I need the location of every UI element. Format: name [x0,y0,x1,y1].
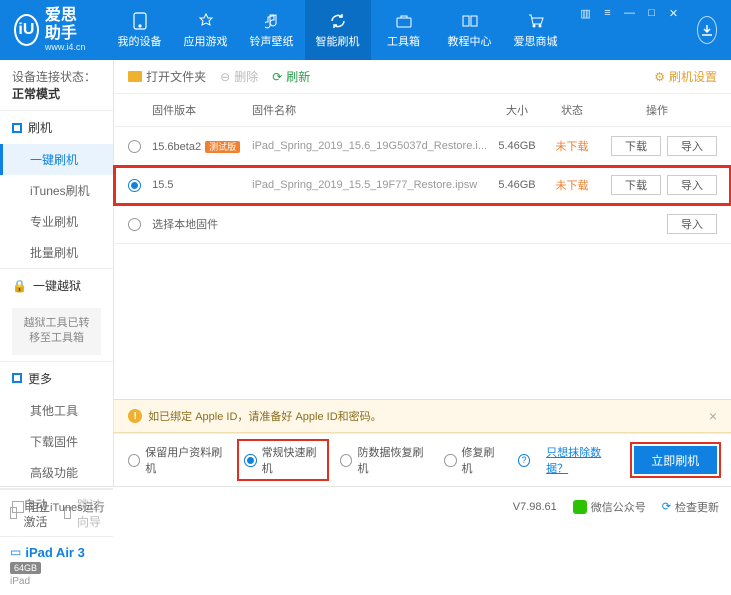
check-update-button[interactable]: ⟳检查更新 [662,499,719,515]
import-button[interactable]: 导入 [667,214,717,234]
radio-icon [244,454,256,467]
close-warning-button[interactable]: × [709,408,717,424]
sidebar-group-flash[interactable]: 刷机 [0,111,113,144]
radio-icon [340,454,352,467]
flash-settings-button[interactable]: ⚙刷机设置 [654,68,717,85]
firmware-radio[interactable] [128,140,141,153]
delete-button[interactable]: ⊖删除 [220,68,258,85]
jailbreak-note: 越狱工具已转移至工具箱 [12,308,101,355]
nav-toolbox[interactable]: 工具箱 [371,0,437,60]
opt-anti-recovery[interactable]: 防数据恢复刷机 [340,444,428,476]
nav-store[interactable]: 爱思商城 [503,0,569,60]
help-icon[interactable]: ? [518,454,530,467]
refresh-button[interactable]: ⟳刷新 [272,68,310,85]
firmware-radio[interactable] [128,179,141,192]
folder-icon [128,71,142,82]
firmware-radio[interactable] [128,218,141,231]
minimize-icon[interactable]: — [623,6,637,20]
import-button[interactable]: 导入 [667,175,717,195]
app-url: www.i4.cn [45,43,93,53]
cart-icon [527,12,545,30]
sidebar-group-more[interactable]: 更多 [0,362,113,395]
table-header: 固件版本 固件名称 大小 状态 操作 [114,94,731,127]
warning-bar: ! 如已绑定 Apple ID，请准备好 Apple ID和密码。 × [114,399,731,433]
gear-icon: ⚙ [654,70,665,84]
sidebar-group-jailbreak[interactable]: 🔒一键越狱 [0,269,113,302]
update-icon: ⟳ [662,500,671,513]
music-icon [263,12,281,30]
app-logo: iU 爱思助手 www.i4.cn [0,0,107,60]
nav-my-device[interactable]: 我的设备 [107,0,173,60]
main-nav: 我的设备 应用游戏 铃声壁纸 智能刷机 工具箱 教程中心 爱思商城 [107,0,569,60]
nav-flash[interactable]: 智能刷机 [305,0,371,60]
sidebar-item-download-fw[interactable]: 下载固件 [0,426,113,457]
wechat-link[interactable]: 微信公众号 [573,499,646,515]
close-icon[interactable]: ✕ [667,6,681,20]
nav-apps[interactable]: 应用游戏 [173,0,239,60]
maximize-icon[interactable]: □ [645,6,659,20]
device-card[interactable]: ▭ iPad Air 3 64GB iPad [0,536,113,595]
version-label: V7.98.61 [513,501,557,513]
download-button[interactable]: 下载 [611,175,661,195]
wechat-icon [573,500,587,514]
import-button[interactable]: 导入 [667,136,717,156]
app-name: 爱思助手 [45,7,93,42]
erase-only-link[interactable]: 只想抹除数据？ [546,444,617,476]
sidebar-item-pro-flash[interactable]: 专业刷机 [0,206,113,237]
tablet-icon: ▭ [10,545,21,559]
toolbox-icon [395,12,413,30]
opt-keep-data[interactable]: 保留用户资料刷机 [128,444,226,476]
flash-now-button[interactable]: 立即刷机 [634,446,717,474]
refresh-icon: ⟳ [272,70,282,84]
app-icon [197,12,215,30]
sidebar-item-batch-flash[interactable]: 批量刷机 [0,237,113,268]
logo-icon: iU [14,14,39,46]
book-icon [461,12,479,30]
block-itunes-label: 阻止iTunes运行 [28,499,105,515]
connection-status: 设备连接状态：正常模式 [0,60,113,111]
local-firmware-row[interactable]: 选择本地固件 导入 [114,205,731,244]
sidebar-item-advanced[interactable]: 高级功能 [0,457,113,488]
menu-icon[interactable]: ▥ [579,6,593,20]
open-folder-button[interactable]: 打开文件夹 [128,68,206,85]
opt-repair[interactable]: 修复刷机 [444,444,502,476]
sidebar-item-other-tools[interactable]: 其他工具 [0,395,113,426]
square-icon [12,373,22,383]
settings-icon[interactable]: ≡ [601,6,615,20]
radio-icon [128,454,140,467]
firmware-row-selected[interactable]: 15.5 iPad_Spring_2019_15.5_19F77_Restore… [114,166,731,205]
firmware-row[interactable]: 15.6beta2测试版 iPad_Spring_2019_15.6_19G50… [114,127,731,166]
nav-ringtones[interactable]: 铃声壁纸 [239,0,305,60]
lock-icon: 🔒 [12,279,27,293]
sidebar-item-oneclick-flash[interactable]: 一键刷机 [0,144,113,175]
download-icon [700,23,714,37]
sidebar-item-itunes-flash[interactable]: iTunes刷机 [0,175,113,206]
opt-normal-fast[interactable]: 常规快速刷机 [242,444,324,476]
nav-tutorials[interactable]: 教程中心 [437,0,503,60]
refresh-icon [329,12,347,30]
warning-icon: ! [128,409,142,423]
phone-icon [131,12,149,30]
square-icon [12,123,22,133]
download-update-button[interactable] [697,16,717,44]
download-button[interactable]: 下载 [611,136,661,156]
delete-icon: ⊖ [220,70,230,84]
radio-icon [444,454,456,467]
block-itunes-checkbox[interactable] [12,501,24,513]
beta-badge: 测试版 [205,141,240,153]
